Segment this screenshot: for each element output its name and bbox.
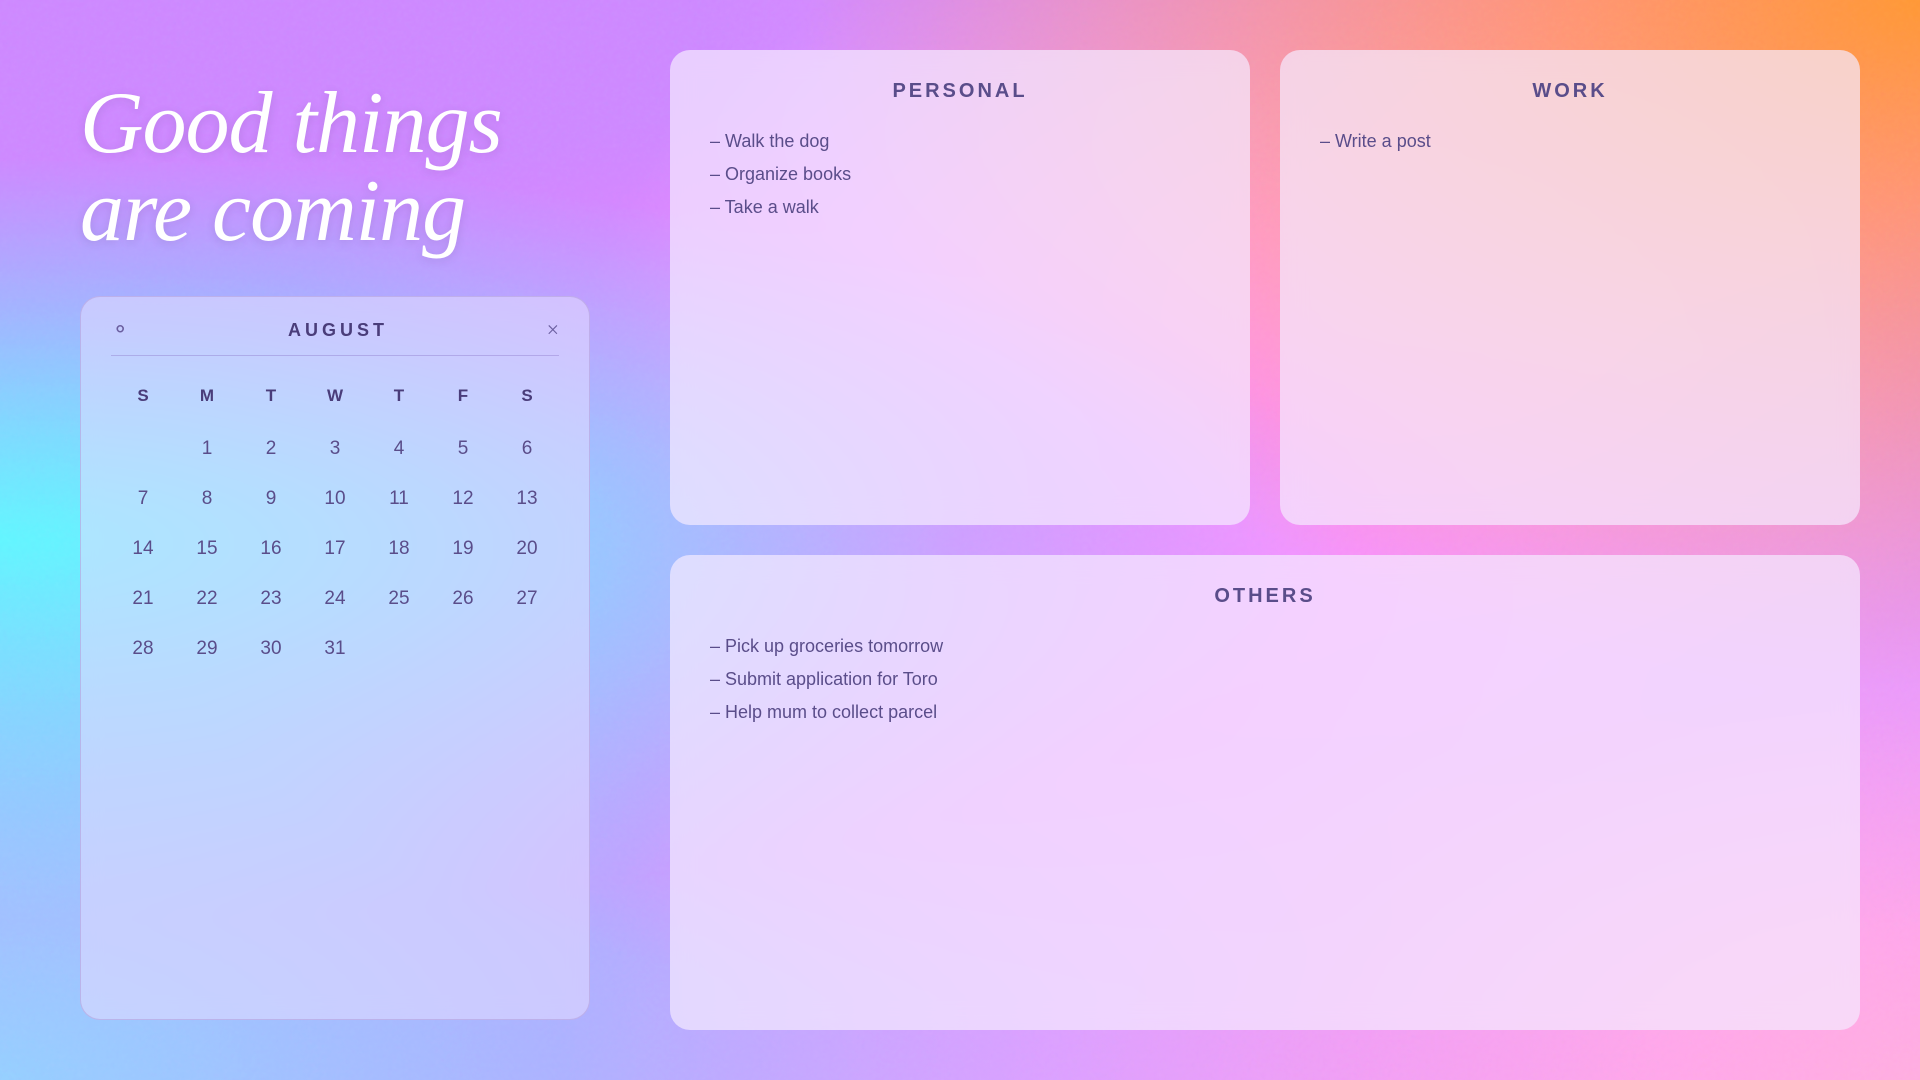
calendar-month: AUGUST [288,320,388,341]
list-item: – Pick up groceries tomorrow [710,636,1820,657]
day-header-sun: S [111,376,175,424]
calendar-widget: ⚬ AUGUST × S M T W T F S 1 2 3 4 5 6 [80,296,590,1020]
day-cell[interactable]: 30 [239,624,303,674]
personal-card-title: PERSONAL [710,80,1210,103]
day-cell[interactable]: 13 [495,474,559,524]
day-cell[interactable]: 18 [367,524,431,574]
day-cell[interactable]: 21 [111,574,175,624]
list-item: – Write a post [1320,131,1820,152]
day-cell [367,624,431,674]
day-cell[interactable]: 20 [495,524,559,574]
day-header-wed: W [303,376,367,424]
day-header-fri: F [431,376,495,424]
day-cell[interactable]: 26 [431,574,495,624]
day-cell[interactable]: 12 [431,474,495,524]
day-cell[interactable]: 4 [367,424,431,474]
day-cell[interactable]: 23 [239,574,303,624]
day-cell[interactable]: 22 [175,574,239,624]
day-cell[interactable]: 7 [111,474,175,524]
day-cell[interactable]: 6 [495,424,559,474]
day-cell[interactable]: 9 [239,474,303,524]
personal-card-items: – Walk the dog – Organize books – Take a… [710,131,1210,218]
list-item: – Walk the dog [710,131,1210,152]
day-header-sat: S [495,376,559,424]
day-cell[interactable]: 5 [431,424,495,474]
day-cell[interactable]: 3 [303,424,367,474]
others-card: OTHERS – Pick up groceries tomorrow – Su… [670,555,1860,1030]
day-cell[interactable]: 2 [239,424,303,474]
day-header-tue: T [239,376,303,424]
day-cell[interactable]: 1 [175,424,239,474]
day-cell[interactable]: 28 [111,624,175,674]
day-cell[interactable]: 16 [239,524,303,574]
day-cell[interactable]: 15 [175,524,239,574]
list-item: – Organize books [710,164,1210,185]
left-panel: Good things are coming ⚬ AUGUST × S M T … [0,0,640,1080]
list-item: – Take a walk [710,197,1210,218]
search-icon[interactable]: ⚬ [111,317,129,343]
day-cell [495,624,559,674]
others-card-items: – Pick up groceries tomorrow – Submit ap… [710,636,1820,723]
tagline: Good things are coming [80,80,590,256]
right-panel: PERSONAL – Walk the dog – Organize books… [640,0,1920,1080]
day-cell[interactable]: 19 [431,524,495,574]
day-cell[interactable]: 17 [303,524,367,574]
personal-card: PERSONAL – Walk the dog – Organize books… [670,50,1250,525]
day-cell[interactable]: 25 [367,574,431,624]
calendar-grid: S M T W T F S 1 2 3 4 5 6 7 8 9 10 [111,376,559,674]
day-cell[interactable]: 11 [367,474,431,524]
day-header-thu: T [367,376,431,424]
day-cell[interactable]: 10 [303,474,367,524]
day-cell[interactable]: 29 [175,624,239,674]
calendar-header: ⚬ AUGUST × [111,317,559,356]
day-cell[interactable]: 24 [303,574,367,624]
day-cell[interactable]: 14 [111,524,175,574]
work-card: WORK – Write a post [1280,50,1860,525]
day-cell[interactable]: 27 [495,574,559,624]
day-cell [431,624,495,674]
day-cell[interactable]: 31 [303,624,367,674]
close-icon[interactable]: × [547,317,559,343]
day-cell [111,424,175,474]
day-header-mon: M [175,376,239,424]
list-item: – Submit application for Toro [710,669,1820,690]
work-card-items: – Write a post [1320,131,1820,152]
work-card-title: WORK [1320,80,1820,103]
day-cell[interactable]: 8 [175,474,239,524]
others-card-title: OTHERS [710,585,1820,608]
list-item: – Help mum to collect parcel [710,702,1820,723]
